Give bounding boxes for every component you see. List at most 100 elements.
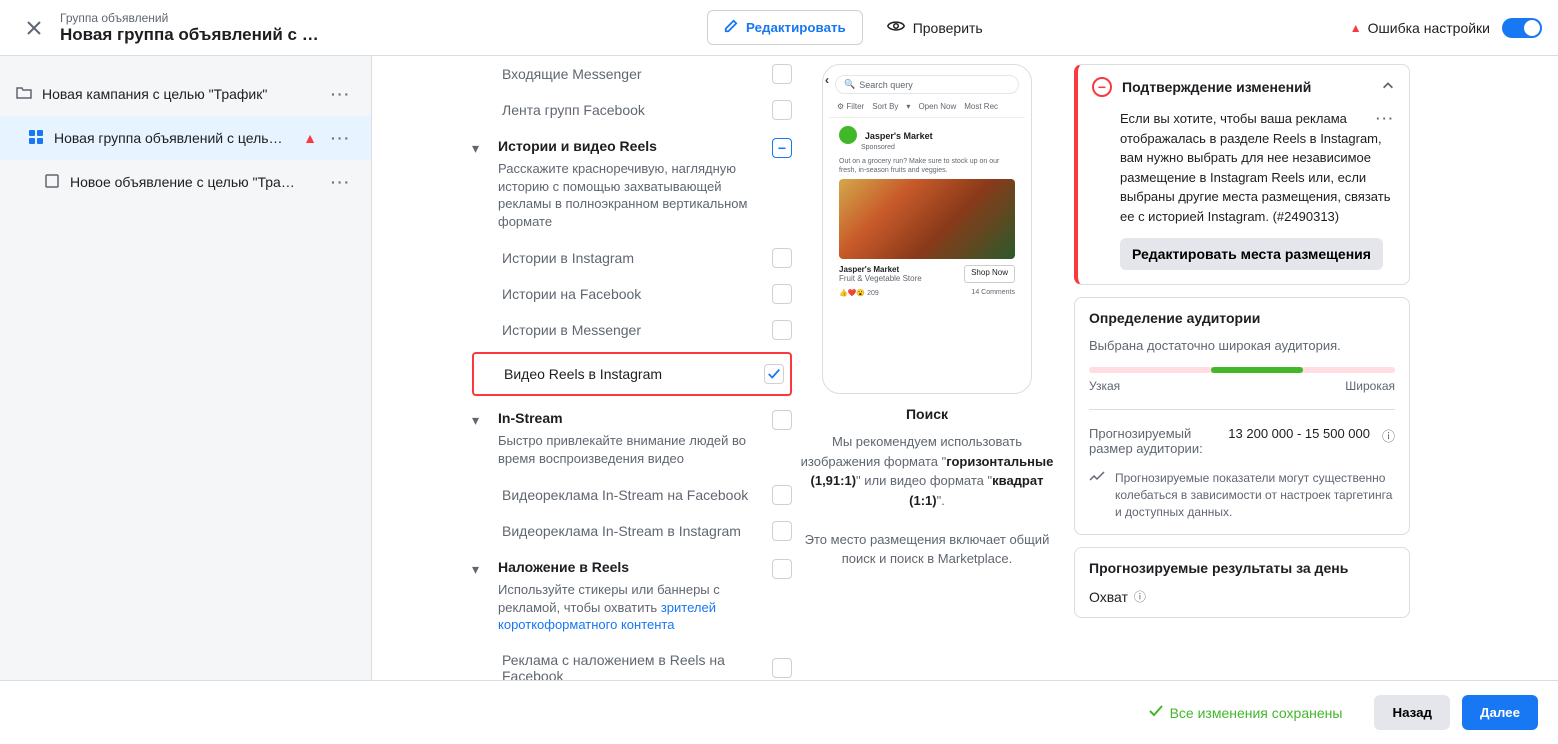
checkbox[interactable] <box>772 64 792 84</box>
edit-placements-button[interactable]: Редактировать места размещения <box>1120 238 1383 270</box>
audience-subtitle: Выбрана достаточно широкая аудитория. <box>1089 338 1395 353</box>
header-title-block: Группа объявлений Новая группа объявлени… <box>60 11 340 45</box>
avatar-icon <box>839 126 857 144</box>
back-button[interactable]: Назад <box>1374 695 1450 730</box>
placement-fb-stories[interactable]: Истории на Facebook <box>472 276 792 312</box>
mock-search-bar: 🔍 Search query <box>835 75 1019 94</box>
chevron-down-icon[interactable]: ▾ <box>472 412 488 429</box>
audience-size-row: Прогнозируемый размер аудитории: 13 200 … <box>1089 426 1395 456</box>
edit-button-label: Редактировать <box>746 20 846 35</box>
placement-instream-ig[interactable]: Видеореклама In-Stream в Instagram <box>472 513 792 549</box>
header-center: Редактировать Проверить <box>340 10 1350 45</box>
sidebar-item-label: Новая кампания с целью "Трафик" <box>42 86 317 102</box>
placement-groups-feed[interactable]: Лента групп Facebook <box>472 92 792 128</box>
more-icon[interactable]: ··· <box>327 82 355 106</box>
header-subtitle: Группа объявлений <box>60 11 340 25</box>
sidebar-item-label: Новое объявление с целью "Тра… <box>70 174 317 190</box>
audience-panel: Определение аудитории Выбрана достаточно… <box>1074 297 1410 535</box>
placement-group-overlay: ▾ Наложение в Reels Используйте стикеры … <box>472 549 792 644</box>
placements-column: Входящие Messenger Лента групп Facebook … <box>372 56 792 680</box>
status-toggle[interactable] <box>1502 18 1542 38</box>
check-button[interactable]: Проверить <box>887 17 983 38</box>
more-icon[interactable]: ··· <box>1376 109 1395 129</box>
edit-button[interactable]: Редактировать <box>707 10 863 45</box>
audience-scale-labels: Узкая Широкая <box>1089 379 1395 393</box>
more-icon[interactable]: ··· <box>327 126 355 150</box>
panel-title: Прогнозируемые результаты за день <box>1089 560 1395 576</box>
right-column: − Подтверждение изменений ··· Если вы хо… <box>1062 56 1422 680</box>
checkbox[interactable] <box>772 658 792 678</box>
mock-product-image <box>839 179 1015 259</box>
placement-group-title: Истории и видео Reels <box>498 138 762 154</box>
mock-filters: ⚙ Filter Sort By▾ Open Now Most Rec <box>829 98 1025 118</box>
warning-triangle-icon: ▲ <box>303 130 317 146</box>
info-icon[interactable]: ⓘ <box>1134 588 1146 605</box>
placement-group-instream: ▾ In-Stream Быстро привлекайте внимание … <box>472 400 792 477</box>
placement-ig-reels[interactable]: Видео Reels в Instagram <box>472 352 792 396</box>
panel-title: Подтверждение изменений <box>1122 79 1371 95</box>
ad-icon <box>44 173 60 192</box>
checkbox[interactable] <box>772 100 792 120</box>
chevron-down-icon[interactable]: ▾ <box>472 561 488 578</box>
checkbox[interactable] <box>772 248 792 268</box>
placement-group-desc: Быстро привлекайте внимание людей во вре… <box>498 432 762 467</box>
panel-header[interactable]: − Подтверждение изменений <box>1078 65 1409 109</box>
chevron-up-icon[interactable] <box>1381 79 1395 96</box>
preview-title: Поиск <box>800 406 1054 422</box>
confirm-changes-panel: − Подтверждение изменений ··· Если вы хо… <box>1074 64 1410 285</box>
checkbox[interactable] <box>772 521 792 541</box>
folder-icon <box>16 85 32 104</box>
eye-icon <box>887 17 905 38</box>
sidebar-item-ad[interactable]: Новое объявление с целью "Тра… ··· <box>0 160 371 204</box>
placement-overlay-fb[interactable]: Реклама с наложением в Reels на Facebook <box>472 644 792 680</box>
sidebar: Новая кампания с целью "Трафик" ··· Нова… <box>0 56 372 680</box>
placement-messenger-inbox[interactable]: Входящие Messenger <box>472 56 792 92</box>
mock-ad-card: Jasper's Market Sponsored Out on a groce… <box>829 118 1025 305</box>
header-right: ▲ Ошибка настройки <box>1350 18 1542 38</box>
header-title: Новая группа объявлений с … <box>60 25 340 45</box>
sidebar-item-label: Новая группа объявлений с цель… <box>54 130 293 146</box>
error-status: ▲ Ошибка настройки <box>1350 20 1490 36</box>
sidebar-item-adset[interactable]: Новая группа объявлений с цель… ▲ ··· <box>0 116 371 160</box>
checkbox-checked[interactable] <box>764 364 784 384</box>
checkbox-indeterminate[interactable]: − <box>772 138 792 158</box>
reach-row: Охват ⓘ <box>1089 588 1395 617</box>
placement-group-stories: ▾ Истории и видео Reels Расскажите красн… <box>472 128 792 240</box>
divider <box>1089 409 1395 410</box>
audience-scale <box>1089 367 1395 373</box>
adset-icon <box>28 129 44 148</box>
placement-group-desc: Расскажите красноречивую, наглядную исто… <box>498 160 762 230</box>
close-icon[interactable] <box>16 10 52 46</box>
saved-status: Все изменения сохранены <box>1148 703 1343 722</box>
placement-group-title: In-Stream <box>498 410 762 426</box>
search-icon: 🔍 <box>844 79 855 90</box>
footer: Все изменения сохранены Назад Далее <box>0 680 1558 744</box>
placement-ig-stories[interactable]: Истории в Instagram <box>472 240 792 276</box>
panel-header: Прогнозируемые результаты за день <box>1075 548 1409 588</box>
warning-circle-icon: − <box>1092 77 1112 97</box>
checkbox[interactable] <box>772 410 792 430</box>
preview-description: Мы рекомендуем использовать изображения … <box>800 432 1054 569</box>
checkmark-icon <box>1148 703 1164 722</box>
panel-title: Определение аудитории <box>1089 310 1395 326</box>
checkbox[interactable] <box>772 559 792 579</box>
preview-column: ‹ 🔍 Search query ⚙ Filter Sort By▾ Open … <box>792 56 1062 680</box>
placement-instream-fb[interactable]: Видеореклама In-Stream на Facebook <box>472 477 792 513</box>
more-icon[interactable]: ··· <box>327 170 355 194</box>
checkbox[interactable] <box>772 320 792 340</box>
warning-triangle-icon: ▲ <box>1350 21 1362 35</box>
next-button[interactable]: Далее <box>1462 695 1538 730</box>
checkbox[interactable] <box>772 284 792 304</box>
placement-msg-stories[interactable]: Истории в Messenger <box>472 312 792 348</box>
chevron-down-icon[interactable]: ▾ <box>472 140 488 157</box>
sidebar-item-campaign[interactable]: Новая кампания с целью "Трафик" ··· <box>0 72 371 116</box>
body: Новая кампания с целью "Трафик" ··· Нова… <box>0 56 1558 680</box>
info-icon[interactable]: ⓘ <box>1382 426 1395 456</box>
pencil-icon <box>724 19 738 36</box>
audience-note: Прогнозируемые показатели могут существе… <box>1089 470 1395 520</box>
header: Группа объявлений Новая группа объявлени… <box>0 0 1558 56</box>
check-button-label: Проверить <box>913 20 983 36</box>
panel-body: ··· Если вы хотите, чтобы ваша реклама о… <box>1078 109 1409 284</box>
panel-header: Определение аудитории <box>1075 298 1409 338</box>
checkbox[interactable] <box>772 485 792 505</box>
